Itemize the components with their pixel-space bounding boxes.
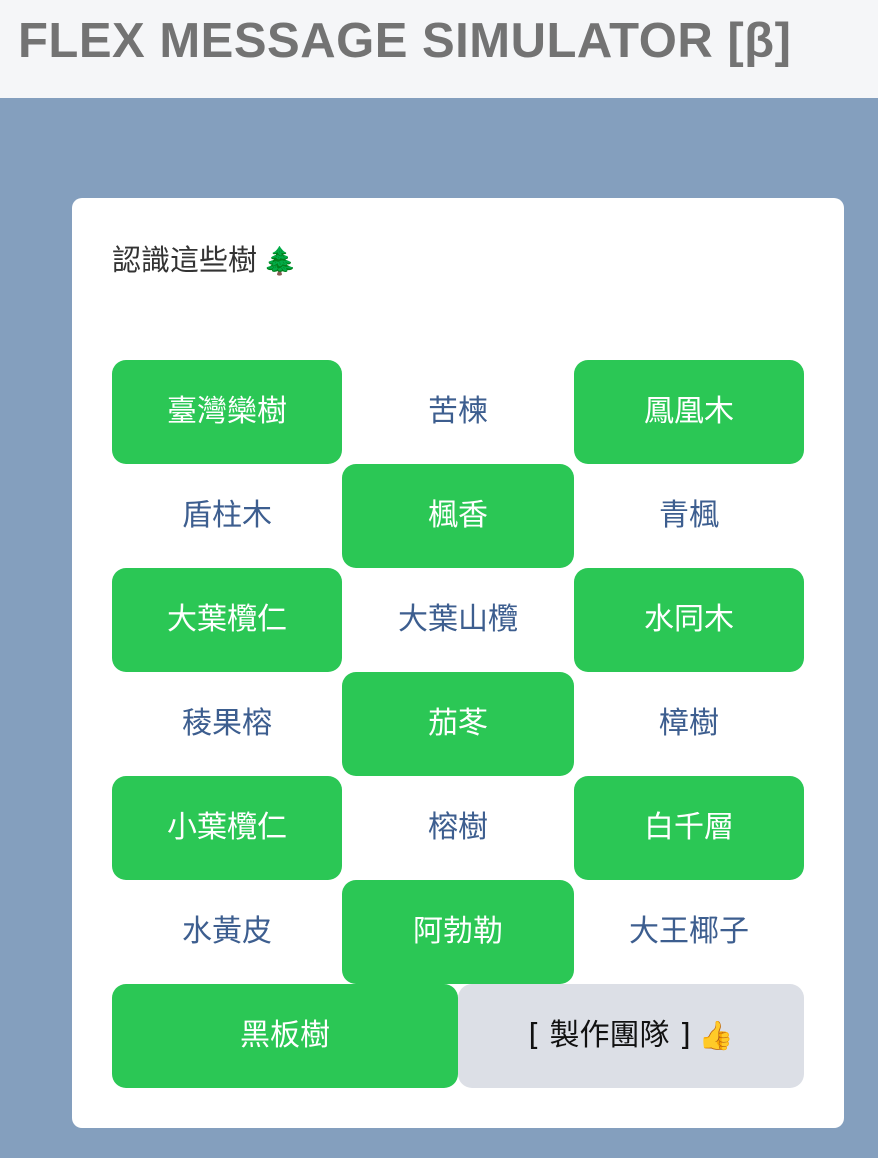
evergreen-tree-icon: 🌲 xyxy=(263,246,297,277)
button-row: 水黃皮 阿勃勒 大王椰子 xyxy=(112,880,804,984)
tree-button[interactable]: 茄苳 xyxy=(342,672,574,776)
button-row: 黑板樹 [ 製作團隊 ] 👍 xyxy=(112,984,804,1088)
tree-button-grid: 臺灣欒樹 苦楝 鳳凰木 盾柱木 楓香 青楓 大葉欖仁 大葉山欖 水同木 稜果榕 … xyxy=(112,360,804,1088)
tree-link[interactable]: 盾柱木 xyxy=(112,464,342,568)
tree-button[interactable]: 大葉欖仁 xyxy=(112,568,342,672)
tree-button[interactable]: 臺灣欒樹 xyxy=(112,360,342,464)
tree-button[interactable]: 水同木 xyxy=(574,568,804,672)
bubble-title-text: 認識這些樹 xyxy=(112,243,258,277)
button-row: 大葉欖仁 大葉山欖 水同木 xyxy=(112,568,804,672)
tree-link[interactable]: 大葉山欖 xyxy=(342,568,574,672)
tree-link[interactable]: 苦楝 xyxy=(342,360,574,464)
tree-button[interactable]: 鳳凰木 xyxy=(574,360,804,464)
flex-message-bubble: 認識這些樹 🌲 臺灣欒樹 苦楝 鳳凰木 盾柱木 楓香 青楓 大葉欖仁 大葉山欖 水… xyxy=(72,198,844,1128)
button-row: 稜果榕 茄苳 樟樹 xyxy=(112,672,804,776)
thumbs-up-icon: 👍 xyxy=(698,1019,734,1052)
credits-button[interactable]: [ 製作團隊 ] 👍 xyxy=(458,984,804,1088)
tree-link[interactable]: 青楓 xyxy=(574,464,804,568)
tree-link[interactable]: 稜果榕 xyxy=(112,672,342,776)
app-header: FLEX MESSAGE SIMULATOR [β] xyxy=(0,0,878,98)
button-row: 臺灣欒樹 苦楝 鳳凰木 xyxy=(112,360,804,464)
credits-label: [ 製作團隊 ] xyxy=(528,1018,691,1053)
tree-button[interactable]: 阿勃勒 xyxy=(342,880,574,984)
tree-link[interactable]: 樟樹 xyxy=(574,672,804,776)
tree-button[interactable]: 小葉欖仁 xyxy=(112,776,342,880)
app-title: FLEX MESSAGE SIMULATOR [β] xyxy=(18,14,792,68)
tree-button[interactable]: 黑板樹 xyxy=(112,984,458,1088)
button-row: 盾柱木 楓香 青楓 xyxy=(112,464,804,568)
tree-link[interactable]: 大王椰子 xyxy=(574,880,804,984)
bubble-title: 認識這些樹 🌲 xyxy=(112,240,297,282)
tree-link[interactable]: 水黃皮 xyxy=(112,880,342,984)
button-row: 小葉欖仁 榕樹 白千層 xyxy=(112,776,804,880)
tree-link[interactable]: 榕樹 xyxy=(342,776,574,880)
tree-button[interactable]: 楓香 xyxy=(342,464,574,568)
tree-button[interactable]: 白千層 xyxy=(574,776,804,880)
